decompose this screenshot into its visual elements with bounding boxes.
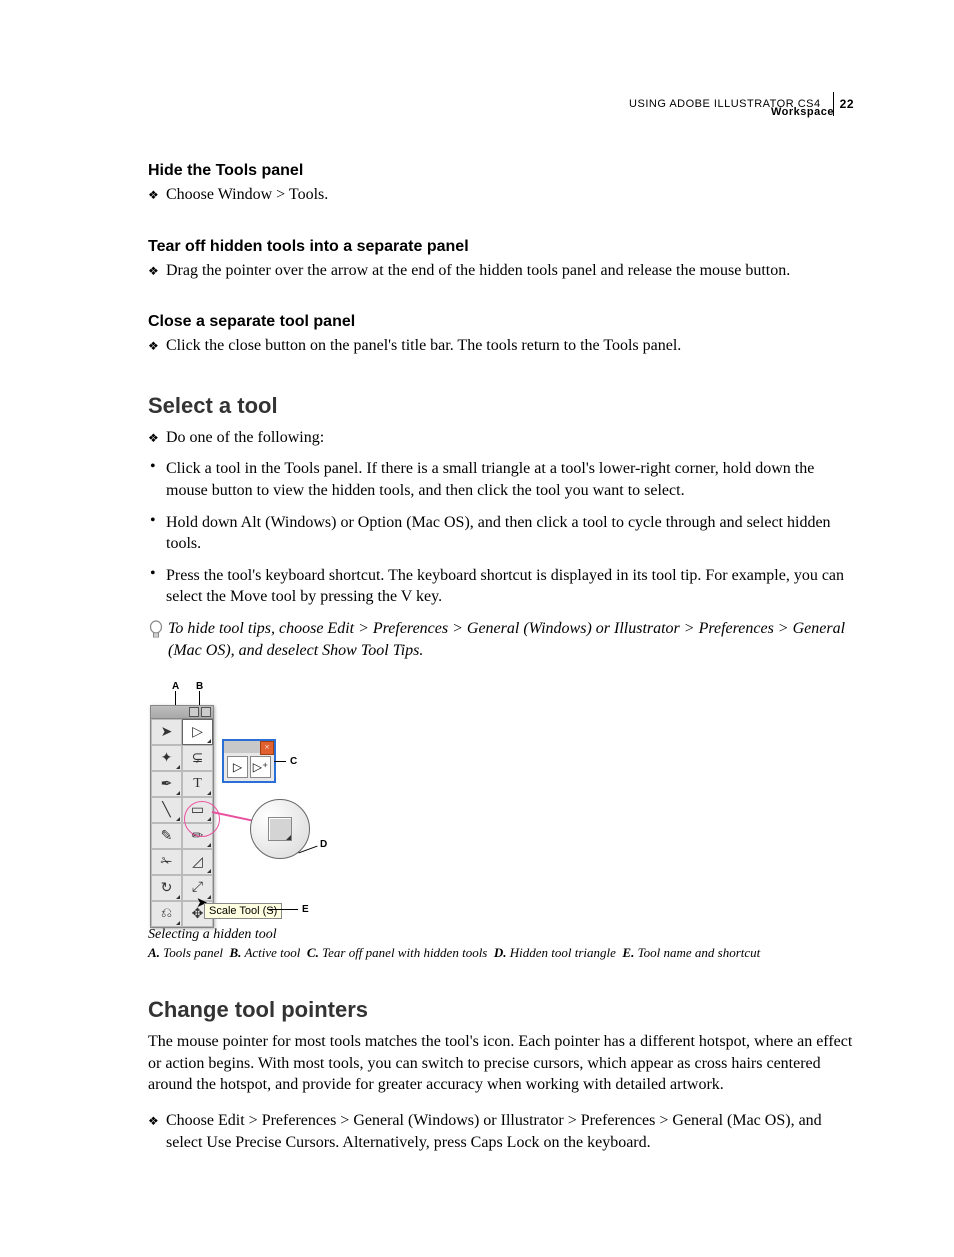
item-text: Click the close button on the panel's ti… <box>166 335 854 357</box>
callout-line <box>268 909 298 910</box>
diamond-bullet-icon: ❖ <box>148 427 166 446</box>
direct-selection-tool-icon: ▷ <box>182 719 213 745</box>
rotate-tool-icon: ↻ <box>151 875 182 901</box>
item-text: Click a tool in the Tools panel. If ther… <box>166 458 854 501</box>
pen-tool-icon: ✒ <box>151 771 182 797</box>
tip-text: To hide tool tips, choose Edit > Prefere… <box>168 618 854 661</box>
callout-label-d: D <box>320 839 327 850</box>
blob-brush-tool-icon: ✁ <box>151 849 182 875</box>
item-text: Choose Window > Tools. <box>166 184 854 206</box>
paragraph: The mouse pointer for most tools matches… <box>148 1031 854 1096</box>
diamond-bullet-icon: ❖ <box>148 260 166 279</box>
list-item: • Click a tool in the Tools panel. If th… <box>150 458 854 501</box>
heading-select-tool: Select a tool <box>148 393 854 419</box>
heading-change-pointers: Change tool pointers <box>148 997 854 1023</box>
diamond-bullet-icon: ❖ <box>148 184 166 203</box>
tearoff-panel: × ▷ ▷⁺ <box>222 739 276 783</box>
diamond-bullet-icon: ❖ <box>148 335 166 354</box>
page: USING ADOBE ILLUSTRATOR CS4 22 Workspace… <box>0 0 954 1257</box>
bullet-icon: • <box>150 512 166 530</box>
line-tool-icon: ╲ <box>151 797 182 823</box>
hidden-tool-triangle-icon <box>286 835 291 840</box>
group-selection-tool-icon: ▷⁺ <box>250 756 271 778</box>
figure-caption: Selecting a hidden tool <box>148 927 854 943</box>
tip: To hide tool tips, choose Edit > Prefere… <box>148 618 854 661</box>
list-item: ❖ Choose Window > Tools. <box>148 184 854 206</box>
bullet-icon: • <box>150 565 166 583</box>
legend-text: Tool name and shortcut <box>638 945 761 960</box>
legend-key: E. <box>622 945 634 960</box>
callout-line <box>175 691 176 705</box>
list-item: ❖ Click the close button on the panel's … <box>148 335 854 357</box>
figure-legend: A. Tools panel B. Active tool C. Tear of… <box>148 945 854 961</box>
heading-tearoff: Tear off hidden tools into a separate pa… <box>148 238 854 256</box>
type-tool-icon: T <box>182 771 213 797</box>
content: Hide the Tools panel ❖ Choose Window > T… <box>148 162 854 1153</box>
page-number: 22 <box>840 97 854 111</box>
callout-label-c: C <box>290 756 297 767</box>
legend-key: D. <box>494 945 507 960</box>
legend-key: A. <box>148 945 160 960</box>
close-icon <box>201 707 211 717</box>
list-item: ❖ Drag the pointer over the arrow at the… <box>148 260 854 282</box>
heading-close-panel: Close a separate tool panel <box>148 313 854 331</box>
panel-titlebar <box>151 706 213 719</box>
figure-tools-panel: A B ➤ ▷ ✦ ⊊ ✒ T <box>148 681 468 921</box>
collapse-icon <box>189 707 199 717</box>
eraser-tool-icon: ◿ <box>182 849 213 875</box>
selection-tool-icon: ➤ <box>151 719 182 745</box>
lightbulb-icon <box>148 618 168 645</box>
list-item: • Press the tool's keyboard shortcut. Th… <box>150 565 854 608</box>
legend-text: Active tool <box>244 945 300 960</box>
magnifier-detail <box>250 799 310 859</box>
item-text: Press the tool's keyboard shortcut. The … <box>166 565 854 608</box>
highlight-circle <box>184 801 220 837</box>
legend-key: B. <box>230 945 242 960</box>
legend-text: Tools panel <box>163 945 223 960</box>
tooltip: Scale Tool (S) <box>204 903 282 919</box>
callout-line <box>274 761 286 762</box>
list-item: • Hold down Alt (Windows) or Option (Mac… <box>150 512 854 555</box>
heading-hide-tools: Hide the Tools panel <box>148 162 854 180</box>
lasso-tool-icon: ⊊ <box>182 745 213 771</box>
page-header: USING ADOBE ILLUSTRATOR CS4 22 Workspace <box>629 92 854 118</box>
magic-wand-tool-icon: ✦ <box>151 745 182 771</box>
legend-key: C. <box>307 945 319 960</box>
item-text: Drag the pointer over the arrow at the e… <box>166 260 854 282</box>
tearoff-titlebar: × <box>224 741 274 753</box>
item-text: Do one of the following: <box>166 427 854 449</box>
warp-tool-icon: ⎌ <box>151 901 182 927</box>
tool-button-enlarged <box>268 817 292 841</box>
item-text: Hold down Alt (Windows) or Option (Mac O… <box>166 512 854 555</box>
close-icon: × <box>260 741 274 755</box>
legend-text: Tear off panel with hidden tools <box>322 945 487 960</box>
item-text: Choose Edit > Preferences > General (Win… <box>166 1110 854 1153</box>
callout-label-e: E <box>302 904 309 915</box>
bullet-icon: • <box>150 458 166 476</box>
paintbrush-tool-icon: ✎ <box>151 823 182 849</box>
diamond-bullet-icon: ❖ <box>148 1110 166 1129</box>
legend-text: Hidden tool triangle <box>510 945 616 960</box>
direct-selection-tool-icon: ▷ <box>227 756 248 778</box>
list-item: ❖ Do one of the following: <box>148 427 854 449</box>
list-item: ❖ Choose Edit > Preferences > General (W… <box>148 1110 854 1153</box>
